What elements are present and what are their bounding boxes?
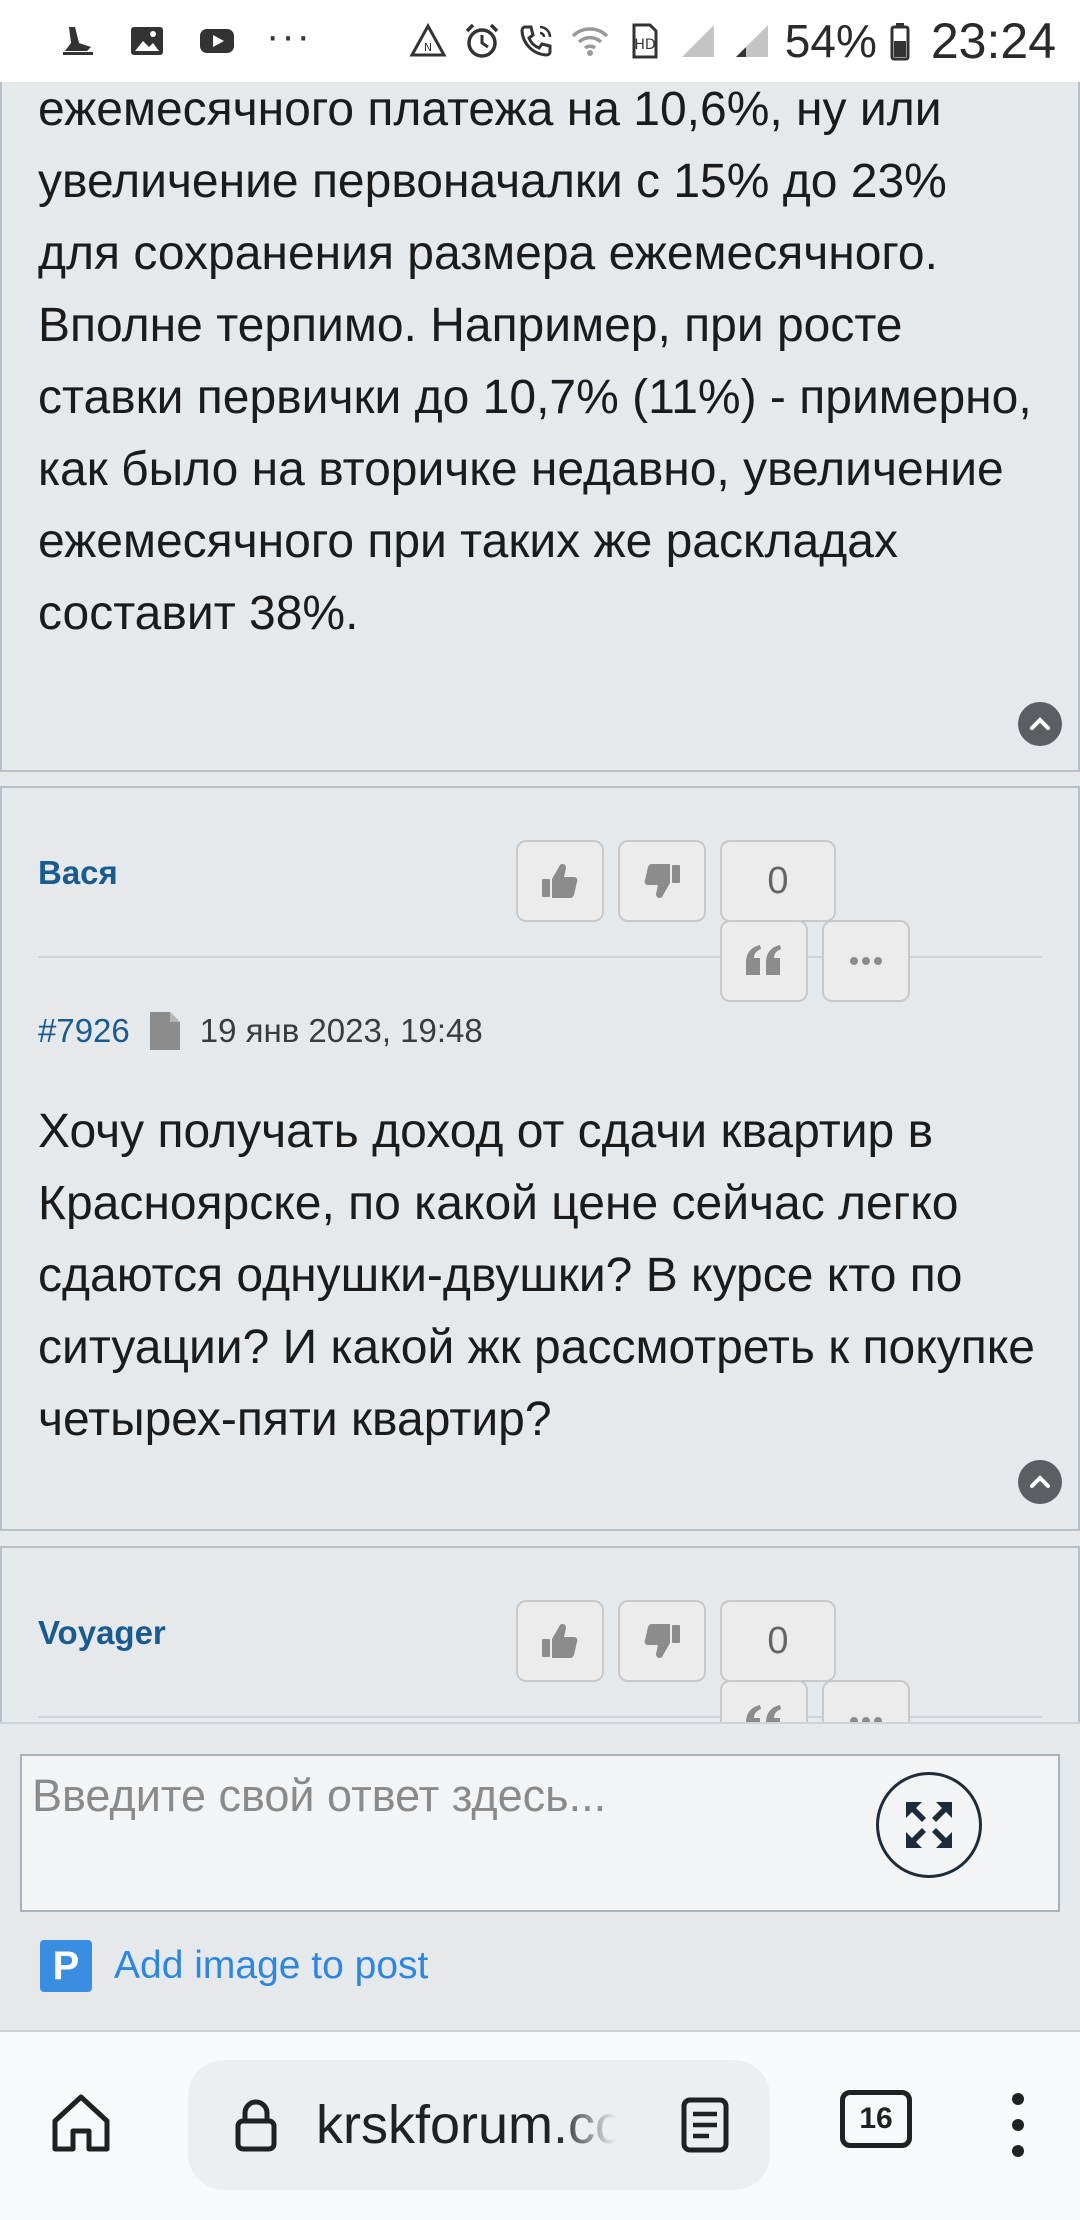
chevron-up-icon xyxy=(1030,1475,1050,1488)
boot-notification-icon xyxy=(56,20,98,62)
post-date: 19 янв 2023, 19:48 xyxy=(199,1012,483,1049)
more-notifications-dots: ··· xyxy=(266,13,312,58)
post-score: 0 xyxy=(720,840,836,922)
scroll-to-top-button[interactable] xyxy=(1018,1460,1062,1504)
address-bar[interactable]: krskforum.com xyxy=(188,2060,770,2190)
forum-post: Вася 0 #7926 19 янв 2023, 19:48 Хочу пол… xyxy=(0,786,1080,1531)
browser-menu-button[interactable] xyxy=(994,2084,1042,2166)
gallery-icon xyxy=(126,20,168,62)
post-author[interactable]: Вася xyxy=(38,854,118,892)
expand-editor-button[interactable] xyxy=(876,1772,982,1878)
home-icon xyxy=(52,2094,110,2152)
youtube-icon xyxy=(196,20,238,62)
reader-mode-icon xyxy=(681,2097,729,2153)
svg-text:HD: HD xyxy=(634,37,655,53)
clock: 23:24 xyxy=(930,13,1056,69)
thumbs-up-icon xyxy=(542,864,578,898)
signal-icon xyxy=(677,20,719,62)
home-button[interactable] xyxy=(40,2082,122,2164)
menu-dot xyxy=(1012,2145,1024,2157)
expand-icon xyxy=(906,1802,952,1848)
like-button[interactable] xyxy=(516,1600,604,1682)
status-bar: ··· N HD 54% 23:24 xyxy=(0,0,1080,82)
dislike-button[interactable] xyxy=(618,840,706,922)
document-icon xyxy=(148,1010,182,1052)
post-score: 0 xyxy=(720,1600,836,1682)
url-text: krskforum.com xyxy=(316,2095,616,2155)
quick-reply: Введите свой ответ здесь... P Add image … xyxy=(0,1722,1080,2030)
quote-button[interactable] xyxy=(720,920,808,1002)
thumbs-up-icon xyxy=(542,1624,578,1658)
thumbs-down-icon xyxy=(644,1624,680,1658)
post-permalink[interactable]: #7926 xyxy=(38,1012,130,1050)
add-image-row[interactable]: P Add image to post xyxy=(40,1940,428,1992)
post-body: срок 30 лет) имеем увеличение ежемесячно… xyxy=(38,11,1032,640)
quote-icon xyxy=(746,945,781,975)
signal-2-icon xyxy=(731,20,773,62)
battery-icon xyxy=(889,20,911,62)
post-meta: #7926 19 янв 2023, 19:48 xyxy=(38,1010,483,1052)
reader-mode-button[interactable] xyxy=(676,2096,734,2154)
menu-dot xyxy=(1012,2119,1024,2131)
wifi-call-icon xyxy=(515,20,557,62)
alarm-icon xyxy=(461,20,503,62)
dislike-button[interactable] xyxy=(618,1600,706,1682)
scroll-to-top-button[interactable] xyxy=(1018,702,1062,746)
menu-dot xyxy=(1012,2093,1024,2105)
tab-switcher-button[interactable]: 16 xyxy=(840,2090,912,2148)
svg-text:N: N xyxy=(424,41,432,54)
lock-icon xyxy=(226,2095,286,2155)
wifi-icon xyxy=(569,20,611,62)
volte-icon: HD xyxy=(623,20,665,62)
forum-post: срок 30 лет) имеем увеличение ежемесячно… xyxy=(0,0,1080,772)
battery-percent: 54% xyxy=(784,15,877,67)
post-author[interactable]: Voyager xyxy=(38,1614,166,1652)
thumbs-down-icon xyxy=(644,864,680,898)
postimage-logo-icon: P xyxy=(40,1940,92,1992)
browser-toolbar: krskforum.com 16 xyxy=(0,2030,1080,2220)
like-button[interactable] xyxy=(516,840,604,922)
chevron-up-icon xyxy=(1030,717,1050,730)
post-body: Хочу получать доход от сдачи квартир в К… xyxy=(38,1105,1035,1446)
nfc-icon: N xyxy=(407,20,449,62)
ellipsis-icon xyxy=(850,957,882,965)
add-image-link[interactable]: Add image to post xyxy=(114,1944,428,1988)
more-options-button[interactable] xyxy=(822,920,910,1002)
